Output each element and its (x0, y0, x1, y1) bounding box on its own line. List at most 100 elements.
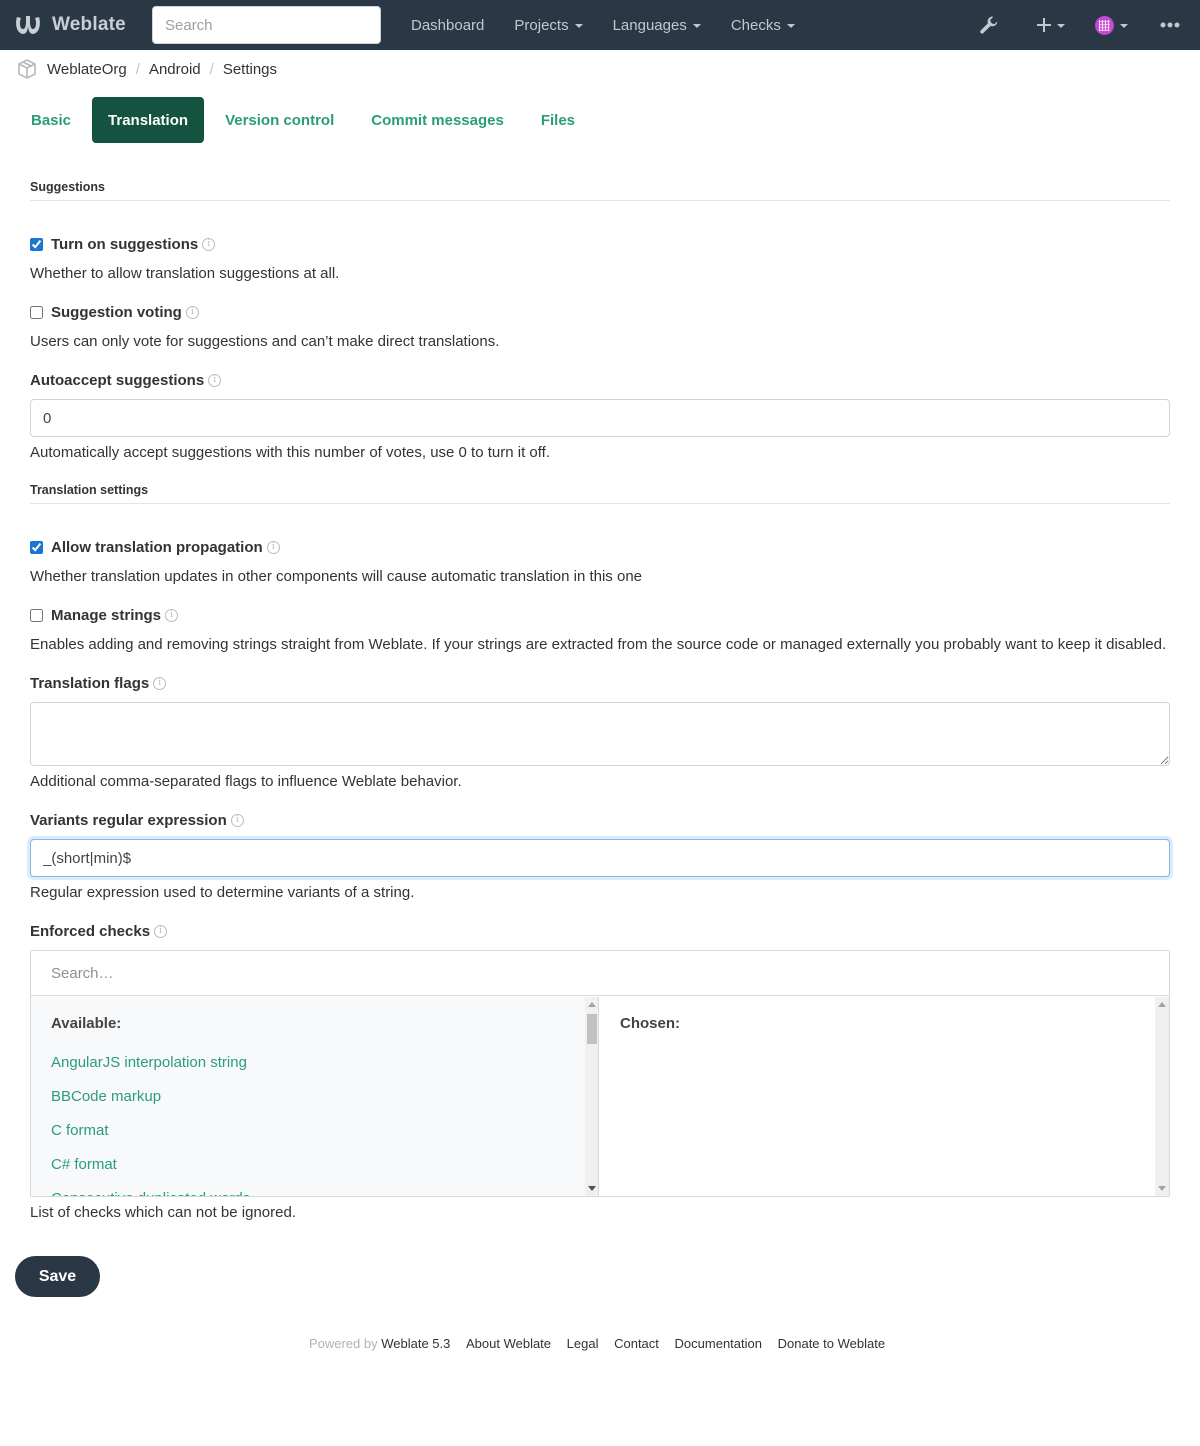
footer-link-donate[interactable]: Donate to Weblate (778, 1336, 885, 1351)
turn-on-suggestions-label: Turn on suggestions (51, 236, 199, 253)
turn-on-suggestions-checkbox[interactable] (30, 238, 43, 251)
user-menu-button[interactable] (1095, 15, 1128, 35)
turn-on-suggestions-help: Whether to allow translation suggestions… (30, 265, 340, 282)
breadcrumb-separator: / (209, 60, 214, 78)
scroll-down-arrow-icon[interactable] (1158, 1186, 1166, 1191)
translation-flags-label: Translation flags (30, 675, 150, 692)
manage-strings-row: Manage strings i (30, 607, 179, 624)
manage-button[interactable] (979, 15, 999, 35)
footer-link-contact[interactable]: Contact (614, 1336, 659, 1351)
enforced-checks-help: List of checks which can not be ignored. (30, 1204, 296, 1221)
available-pane-scrollbar[interactable] (585, 997, 598, 1196)
info-icon[interactable]: i (185, 306, 199, 319)
breadcrumb-component[interactable]: Android (149, 61, 201, 78)
enforced-checks-label: Enforced checks (30, 923, 151, 940)
suggestion-voting-label: Suggestion voting (51, 304, 182, 321)
autoaccept-input[interactable] (30, 399, 1170, 437)
save-button[interactable]: Save (15, 1256, 100, 1297)
info-icon[interactable]: i (266, 541, 280, 554)
info-icon[interactable]: i (154, 925, 168, 938)
section-translation-settings-heading: Translation settings (30, 483, 1170, 504)
allow-propagation-checkbox[interactable] (30, 541, 43, 554)
footer-link-weblate-version[interactable]: Weblate 5.3 (381, 1336, 450, 1351)
footer: Powered by Weblate 5.3 About Weblate Leg… (0, 1336, 1200, 1351)
enforced-checks-selector: Available: AngularJS interpolation strin… (30, 950, 1170, 1197)
scroll-up-arrow-icon[interactable] (588, 1002, 596, 1007)
more-menu-button[interactable] (1160, 22, 1180, 28)
breadcrumb: WeblateOrg / Android / Settings (17, 57, 277, 81)
settings-tabs: Basic Translation Version control Commit… (15, 97, 596, 143)
brand-name: Weblate (52, 14, 126, 35)
tab-commit-messages[interactable]: Commit messages (355, 97, 520, 143)
tab-translation[interactable]: Translation (92, 97, 205, 143)
top-navbar: Weblate Dashboard Projects Languages Che… (0, 0, 1200, 50)
caret-down-icon (574, 24, 583, 28)
manage-strings-checkbox[interactable] (30, 609, 43, 622)
chosen-pane-scrollbar[interactable] (1155, 997, 1169, 1196)
caret-down-icon (786, 24, 795, 28)
more-icon (1160, 22, 1180, 28)
section-suggestions-heading: Suggestions (30, 180, 1170, 201)
info-icon[interactable]: i (202, 238, 216, 251)
variants-regex-label-row: Variants regular expression i (30, 812, 244, 829)
available-heading: Available: (51, 1015, 122, 1032)
suggestion-voting-checkbox[interactable] (30, 306, 43, 319)
nav-languages-dropdown[interactable]: Languages (598, 17, 716, 34)
footer-link-about[interactable]: About Weblate (466, 1336, 551, 1351)
allow-propagation-row: Allow translation propagation i (30, 539, 280, 556)
suggestion-voting-help: Users can only vote for suggestions and … (30, 333, 500, 350)
info-icon[interactable]: i (208, 374, 222, 387)
autoaccept-label: Autoaccept suggestions (30, 372, 205, 389)
caret-down-icon (1057, 24, 1065, 28)
breadcrumb-project[interactable]: WeblateOrg (47, 61, 127, 78)
footer-link-legal[interactable]: Legal (567, 1336, 599, 1351)
global-search-input[interactable] (152, 6, 381, 44)
tab-version-control[interactable]: Version control (209, 97, 350, 143)
weblate-logo-icon (16, 16, 40, 34)
powered-by-text: Powered by (308, 1336, 378, 1351)
brand-link[interactable]: Weblate (14, 13, 144, 37)
manage-strings-label: Manage strings (51, 607, 162, 624)
avatar (1095, 15, 1114, 35)
nav-projects-dropdown[interactable]: Projects (499, 17, 597, 34)
tab-files[interactable]: Files (525, 97, 591, 143)
manage-strings-help: Enables adding and removing strings stra… (30, 636, 1167, 653)
scroll-thumb[interactable] (587, 1014, 597, 1044)
scroll-down-arrow-icon[interactable] (588, 1186, 596, 1191)
nav-dashboard[interactable]: Dashboard (396, 17, 499, 34)
info-icon[interactable]: i (153, 677, 167, 690)
available-check-item[interactable]: Consecutive duplicated words (51, 1190, 250, 1196)
variants-regex-help: Regular expression used to determine var… (30, 884, 415, 901)
autoaccept-label-row: Autoaccept suggestions i (30, 372, 222, 389)
translation-flags-help: Additional comma-separated flags to infl… (30, 773, 462, 790)
nav-checks-dropdown[interactable]: Checks (716, 17, 810, 34)
enforced-checks-label-row: Enforced checks i (30, 923, 168, 940)
add-dropdown-button[interactable] (1037, 18, 1065, 32)
allow-propagation-help: Whether translation updates in other com… (30, 568, 643, 585)
breadcrumb-current[interactable]: Settings (223, 61, 277, 78)
available-check-item[interactable]: BBCode markup (51, 1088, 161, 1105)
available-check-item[interactable]: C format (51, 1122, 109, 1139)
turn-on-suggestions-row: Turn on suggestions i (30, 236, 216, 253)
scroll-up-arrow-icon[interactable] (1158, 1002, 1166, 1007)
nav-projects-label: Projects (514, 16, 569, 34)
available-checks-pane: Available: AngularJS interpolation strin… (31, 997, 599, 1196)
variants-regex-input[interactable] (30, 839, 1170, 877)
tab-basic[interactable]: Basic (15, 97, 87, 143)
project-cube-icon (18, 59, 36, 79)
available-check-item[interactable]: AngularJS interpolation string (51, 1054, 247, 1071)
nav-dashboard-label: Dashboard (411, 16, 485, 34)
info-icon[interactable]: i (230, 814, 244, 827)
main-nav: Dashboard Projects Languages Checks (396, 0, 810, 50)
available-check-item[interactable]: C# format (51, 1156, 117, 1173)
enforced-checks-search-input[interactable] (31, 951, 1169, 996)
chosen-checks-pane: Chosen: (600, 997, 1169, 1196)
variants-regex-label: Variants regular expression (30, 812, 227, 829)
translation-flags-label-row: Translation flags i (30, 675, 167, 692)
translation-flags-textarea[interactable] (30, 702, 1170, 766)
nav-right-tools (979, 0, 1200, 50)
breadcrumb-separator: / (135, 60, 140, 78)
caret-down-icon (1120, 24, 1128, 28)
info-icon[interactable]: i (165, 609, 179, 622)
footer-link-documentation[interactable]: Documentation (675, 1336, 762, 1351)
